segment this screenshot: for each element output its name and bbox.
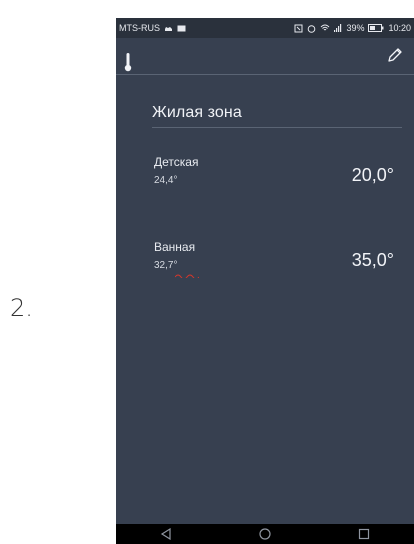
zone-divider	[152, 127, 402, 128]
edit-pencil-icon[interactable]	[386, 46, 404, 64]
clock: 10:20	[388, 23, 411, 33]
cloud-icon	[164, 25, 173, 32]
room-row[interactable]: Ванная 32,7° 35,0°	[154, 240, 394, 278]
thermometer-icon[interactable]	[123, 52, 133, 74]
battery-icon	[368, 24, 384, 32]
app-toolbar	[116, 38, 414, 75]
navigation-bar	[116, 524, 414, 544]
step-number: 2.	[10, 294, 33, 322]
battery-percent: 39%	[346, 23, 365, 33]
zone-title: Жилая зона	[152, 104, 242, 121]
room-target-temp[interactable]: 35,0°	[352, 250, 394, 271]
home-icon[interactable]	[255, 524, 275, 544]
spellcheck-underline	[175, 274, 199, 278]
signal-icon	[334, 24, 342, 32]
room-target-temp[interactable]: 20,0°	[352, 165, 394, 186]
carrier-label: MTS-RUS	[119, 23, 160, 33]
recents-icon[interactable]	[354, 524, 374, 544]
status-bar: MTS-RUS 39% 10:20	[116, 18, 414, 38]
back-icon[interactable]	[156, 524, 176, 544]
room-row[interactable]: Детская 24,4° 20,0°	[154, 155, 394, 186]
message-icon	[177, 25, 186, 32]
alarm-icon	[307, 24, 316, 33]
nfc-icon	[294, 24, 303, 33]
wifi-icon	[320, 24, 330, 32]
phone-screen: MTS-RUS 39% 10:20 Жилая зона Детская 24,…	[116, 18, 414, 544]
